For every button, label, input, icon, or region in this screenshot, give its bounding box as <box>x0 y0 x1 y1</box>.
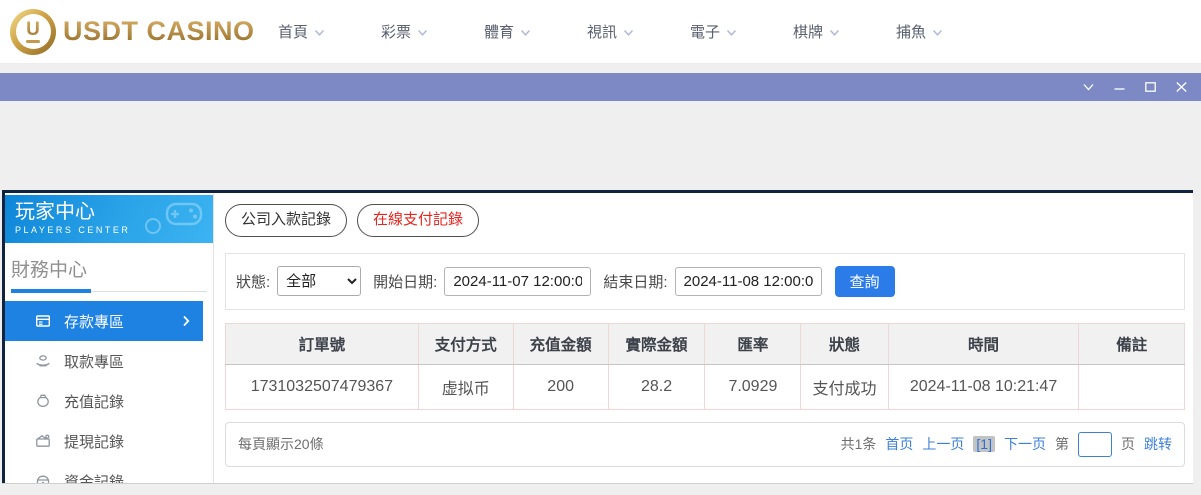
maximize-icon[interactable] <box>1135 73 1166 101</box>
total-count: 共1条 <box>841 434 877 454</box>
status-select[interactable]: 全部 <box>277 266 361 296</box>
table-header-row: 訂單號 支付方式 充值金額 實際金額 匯率 狀態 時間 備註 <box>226 323 1185 364</box>
deposit-icon <box>35 313 51 329</box>
sidebar-item-withdraw[interactable]: 取款專區 <box>5 341 203 381</box>
chevron-down-icon <box>829 29 840 37</box>
chevron-down-icon <box>932 29 943 37</box>
search-button[interactable]: 查詢 <box>835 266 895 297</box>
cell-payment-method: 虚拟币 <box>418 364 513 409</box>
sidebar: 玩家中心 PLAYERS CENTER 財務中心 存款專區 <box>5 193 214 483</box>
prev-page-link[interactable]: 上一页 <box>922 434 964 454</box>
chevron-down-icon <box>520 29 531 37</box>
col-payment-method: 支付方式 <box>418 323 513 364</box>
cell-time: 2024-11-08 10:21:47 <box>888 364 1079 409</box>
chevron-down-icon <box>623 29 634 37</box>
cell-order-no: 1731032507479367 <box>226 364 419 409</box>
page-size-text: 每頁顯示20條 <box>238 434 324 454</box>
tab-online-payment-record[interactable]: 在線支付記錄 <box>357 204 479 237</box>
cell-actual-amount: 28.2 <box>608 364 705 409</box>
sidebar-item-label: 提現記錄 <box>64 431 124 452</box>
filter-bar: 狀態: 全部 開始日期: 結束日期: 查詢 <box>225 253 1185 310</box>
section-divider <box>11 291 207 292</box>
col-actual-amount: 實際金額 <box>608 323 705 364</box>
jump-button[interactable]: 跳转 <box>1144 434 1172 454</box>
table-row: 1731032507479367 虚拟币 200 28.2 7.0929 支付成… <box>226 364 1185 409</box>
main-content: 公司入款記錄 在線支付記錄 狀態: 全部 開始日期: 結束日期: 查詢 訂單號 … <box>214 193 1193 483</box>
window-title-bar <box>0 73 1201 101</box>
sidebar-item-recharge-record[interactable]: 充值記錄 <box>5 381 203 421</box>
chevron-down-icon <box>417 29 428 37</box>
usdt-coin-icon: U <box>10 9 56 55</box>
withdrawal-record-icon <box>35 433 51 449</box>
first-page-link[interactable]: 首页 <box>885 434 913 454</box>
funds-record-icon <box>35 473 51 483</box>
records-table: 訂單號 支付方式 充值金額 實際金額 匯率 狀態 時間 備註 173103250… <box>225 323 1185 410</box>
record-tabs: 公司入款記錄 在線支付記錄 <box>225 204 1185 237</box>
player-center-panel: 玩家中心 PLAYERS CENTER 財務中心 存款專區 <box>2 190 1193 483</box>
sidebar-section: 財務中心 <box>5 243 213 292</box>
col-time: 時間 <box>888 323 1079 364</box>
gamepad-icon <box>141 200 205 236</box>
col-order-no: 訂單號 <box>226 323 419 364</box>
minimize-icon[interactable] <box>1104 73 1135 101</box>
current-page-indicator[interactable]: [1] <box>973 436 995 452</box>
nav-item-live[interactable]: 視訊 <box>587 21 690 42</box>
close-icon[interactable] <box>1166 73 1197 101</box>
pagination-bar: 每頁顯示20條 共1条 首页 上一页 [1] 下一页 第 页 跳转 <box>225 422 1185 467</box>
col-remark: 備註 <box>1079 323 1185 364</box>
chevron-down-icon <box>314 29 325 37</box>
col-recharge-amount: 充值金額 <box>513 323 608 364</box>
next-page-link[interactable]: 下一页 <box>1004 434 1046 454</box>
section-title: 財務中心 <box>11 255 207 282</box>
site-header: U USDT CASINO 首頁 彩票 體育 視訊 電子 棋牌 <box>0 0 1201 64</box>
end-date-label: 結束日期: <box>603 271 667 292</box>
withdraw-icon <box>35 353 51 369</box>
pagination-controls: 共1条 首页 上一页 [1] 下一页 第 页 跳转 <box>841 432 1172 457</box>
page-jump-input[interactable] <box>1078 432 1112 457</box>
nav-item-sports[interactable]: 體育 <box>484 21 587 42</box>
sidebar-item-funds-record[interactable]: 資金記錄 <box>5 461 203 483</box>
coin-letter: U <box>26 20 40 39</box>
brand-logo: U USDT CASINO <box>10 9 262 55</box>
sidebar-item-label: 充值記錄 <box>64 391 124 412</box>
nav-item-fishing[interactable]: 捕魚 <box>896 21 999 42</box>
nav-item-cards[interactable]: 棋牌 <box>793 21 896 42</box>
sidebar-item-deposit[interactable]: 存款專區 <box>5 301 203 341</box>
col-status: 狀態 <box>801 323 888 364</box>
sidebar-item-label: 存款專區 <box>64 311 124 332</box>
sidebar-item-label: 取款專區 <box>64 351 124 372</box>
chevron-down-icon <box>726 29 737 37</box>
sidebar-menu: 存款專區 取款專區 充值記錄 提現記 <box>5 301 213 483</box>
main-nav: 首頁 彩票 體育 視訊 電子 棋牌 捕魚 <box>278 21 999 42</box>
start-date-input[interactable] <box>444 267 591 296</box>
sidebar-item-withdrawal-record[interactable]: 提現記錄 <box>5 421 203 461</box>
tab-company-deposit-record[interactable]: 公司入款記錄 <box>225 204 347 237</box>
start-date-label: 開始日期: <box>373 271 437 292</box>
cell-exchange-rate: 7.0929 <box>705 364 801 409</box>
sidebar-header: 玩家中心 PLAYERS CENTER <box>5 195 213 243</box>
jump-suffix-label: 页 <box>1121 434 1135 454</box>
sidebar-item-label: 資金記錄 <box>64 471 124 484</box>
cell-remark <box>1079 364 1185 409</box>
col-exchange-rate: 匯率 <box>705 323 801 364</box>
recharge-record-icon <box>35 393 51 409</box>
cell-status: 支付成功 <box>801 364 888 409</box>
nav-item-slots[interactable]: 電子 <box>690 21 793 42</box>
nav-item-lottery[interactable]: 彩票 <box>381 21 484 42</box>
chevron-right-icon <box>182 315 190 327</box>
end-date-input[interactable] <box>675 267 822 296</box>
status-label: 狀態: <box>236 271 270 292</box>
jump-prefix-label: 第 <box>1055 434 1069 454</box>
brand-name: USDT CASINO <box>63 16 255 47</box>
cell-recharge-amount: 200 <box>513 364 608 409</box>
nav-item-home[interactable]: 首頁 <box>278 21 381 42</box>
chevron-down-icon[interactable] <box>1073 73 1104 101</box>
